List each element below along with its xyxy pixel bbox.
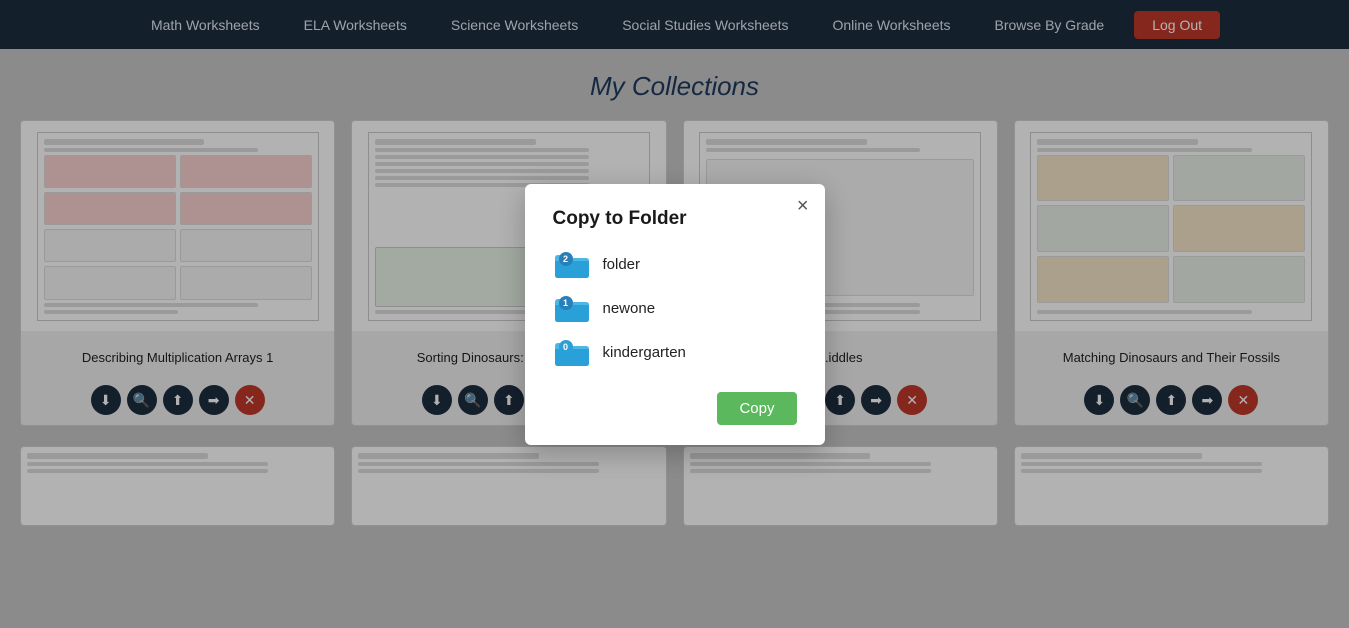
- folder-item-0[interactable]: 2 folder: [553, 250, 797, 280]
- folder-icon-2: 0: [553, 338, 591, 368]
- modal-close-button[interactable]: ×: [797, 196, 809, 216]
- modal-title: Copy to Folder: [553, 208, 797, 230]
- folder-icon-0: 2: [553, 250, 591, 280]
- folder-icon-1: 1: [553, 294, 591, 324]
- folder-item-2[interactable]: 0 kindergarten: [553, 338, 797, 368]
- modal-overlay[interactable]: × Copy to Folder 2 folder: [0, 0, 1349, 628]
- folder-badge-0: 2: [559, 252, 573, 266]
- copy-button[interactable]: Copy: [717, 392, 796, 425]
- folder-name-1: newone: [603, 300, 656, 317]
- folder-item-1[interactable]: 1 newone: [553, 294, 797, 324]
- folder-list: 2 folder 1 newone: [553, 250, 797, 368]
- folder-badge-2: 0: [559, 340, 573, 354]
- copy-to-folder-modal: × Copy to Folder 2 folder: [525, 184, 825, 445]
- folder-name-0: folder: [603, 256, 641, 273]
- folder-name-2: kindergarten: [603, 344, 686, 361]
- folder-badge-1: 1: [559, 296, 573, 310]
- modal-footer: Copy: [553, 392, 797, 425]
